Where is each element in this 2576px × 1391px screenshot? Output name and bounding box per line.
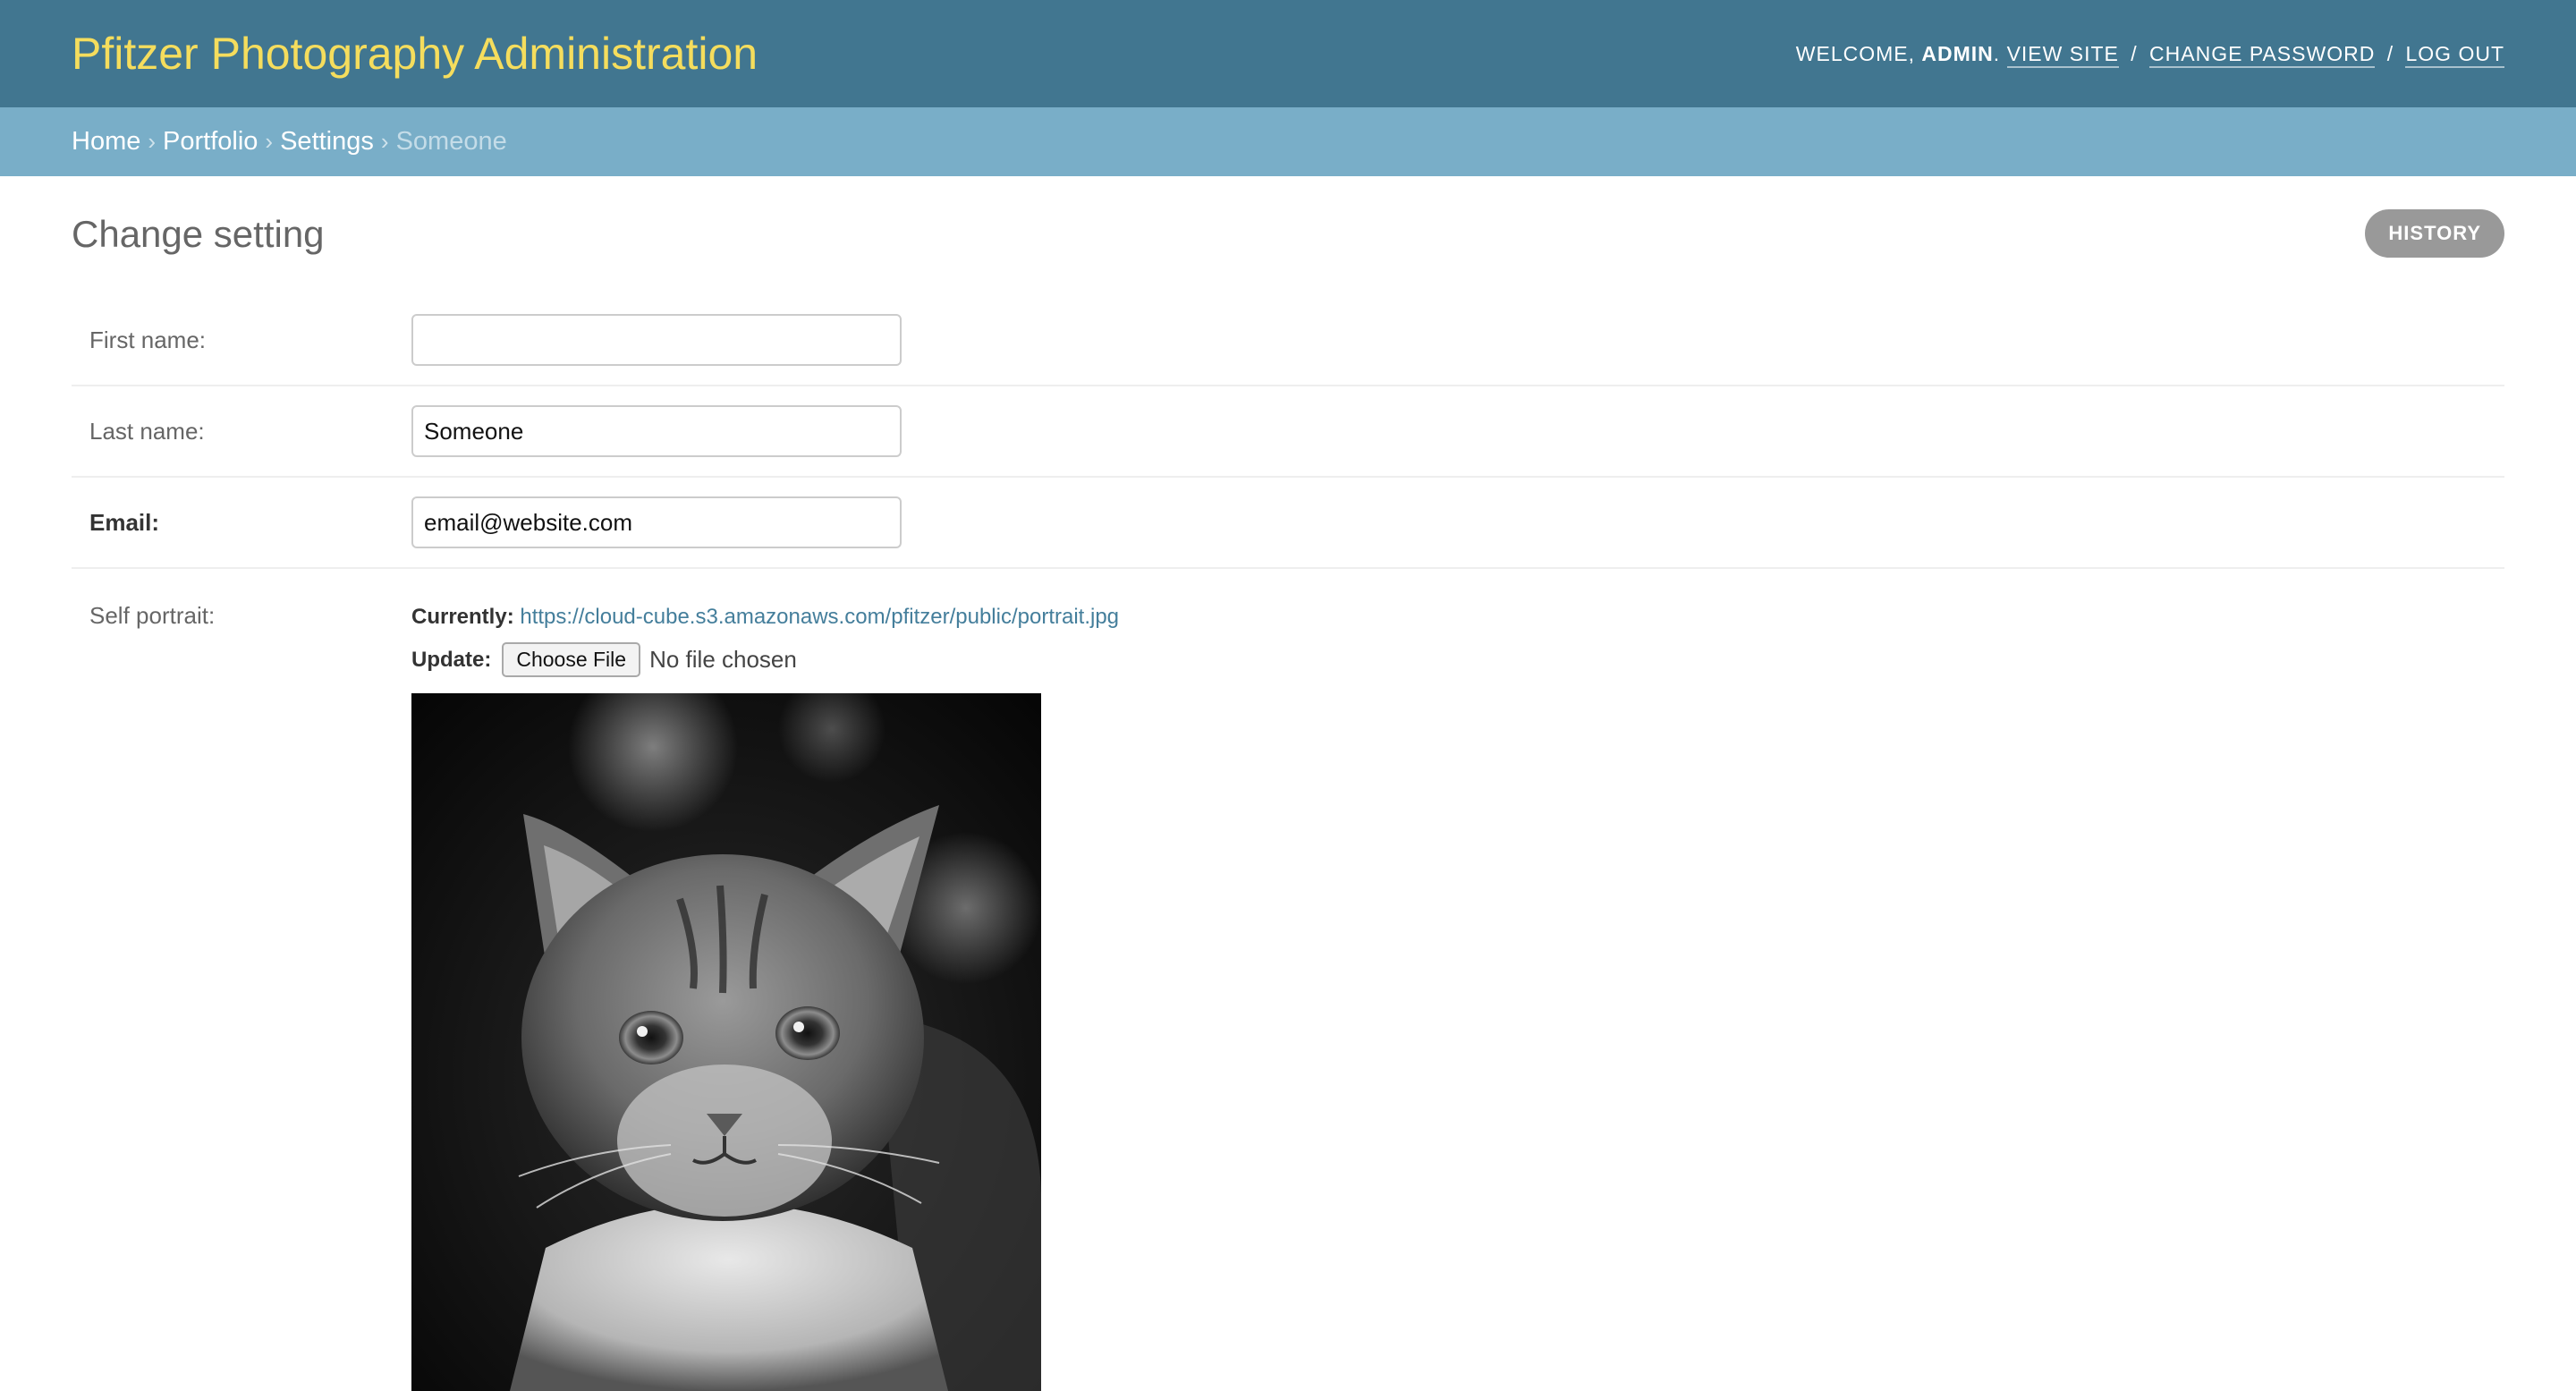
breadcrumb-separator: › xyxy=(148,128,157,155)
last-name-input[interactable] xyxy=(411,405,902,457)
log-out-link[interactable]: Log out xyxy=(2405,41,2504,68)
breadcrumb-current: Someone xyxy=(395,127,507,156)
welcome-text: Welcome, xyxy=(1795,41,1915,65)
currently-label: Currently: xyxy=(411,605,514,629)
breadcrumb-settings[interactable]: Settings xyxy=(280,127,374,157)
portrait-image xyxy=(411,693,1041,1391)
header-bar: Pfitzer Photography Administration Welco… xyxy=(0,0,2576,107)
page-title: Change setting xyxy=(72,212,325,255)
breadcrumb-portfolio[interactable]: Portfolio xyxy=(163,127,258,157)
currently-line: Currently: https://cloud-cube.s3.amazona… xyxy=(411,605,1119,630)
welcome-period: . xyxy=(1993,41,2001,65)
last-name-row: Last name: xyxy=(72,386,2504,478)
first-name-label: First name: xyxy=(89,326,207,353)
username: admin xyxy=(1921,41,1994,65)
breadcrumb-separator: › xyxy=(380,128,389,155)
site-branding[interactable]: Pfitzer Photography Administration xyxy=(72,28,758,80)
self-portrait-row: Self portrait: Currently: https://cloud-… xyxy=(72,569,2504,1391)
breadcrumb-home[interactable]: Home xyxy=(72,127,140,157)
user-tools-separator: / xyxy=(2131,41,2138,65)
self-portrait-label: Self portrait: xyxy=(89,602,216,629)
choose-file-button[interactable]: Choose File xyxy=(502,642,641,677)
user-tools: Welcome, admin. View site / Change passw… xyxy=(1795,41,2504,68)
title-row: Change setting History xyxy=(72,176,2504,295)
email-field[interactable] xyxy=(411,496,902,548)
history-button[interactable]: History xyxy=(2365,208,2504,258)
no-file-chosen-text: No file chosen xyxy=(649,646,797,673)
main-content: Change setting History First name: Last … xyxy=(0,176,2576,1391)
update-label: Update: xyxy=(411,647,492,672)
first-name-input[interactable] xyxy=(411,314,902,366)
first-name-row: First name: xyxy=(72,295,2504,386)
current-file-link[interactable]: https://cloud-cube.s3.amazonaws.com/pfit… xyxy=(520,605,1119,629)
view-site-link[interactable]: View site xyxy=(2006,41,2119,68)
breadcrumb-separator: › xyxy=(265,128,274,155)
user-tools-separator: / xyxy=(2386,41,2394,65)
change-password-link[interactable]: Change password xyxy=(2149,41,2376,68)
email-row: Email: xyxy=(72,478,2504,569)
breadcrumb: Home › Portfolio › Settings › Someone xyxy=(0,107,2576,176)
last-name-label: Last name: xyxy=(89,417,205,445)
email-label: Email: xyxy=(89,508,160,536)
file-widget: Currently: https://cloud-cube.s3.amazona… xyxy=(411,602,1119,1391)
update-line: Update: Choose File No file chosen xyxy=(411,642,1119,677)
